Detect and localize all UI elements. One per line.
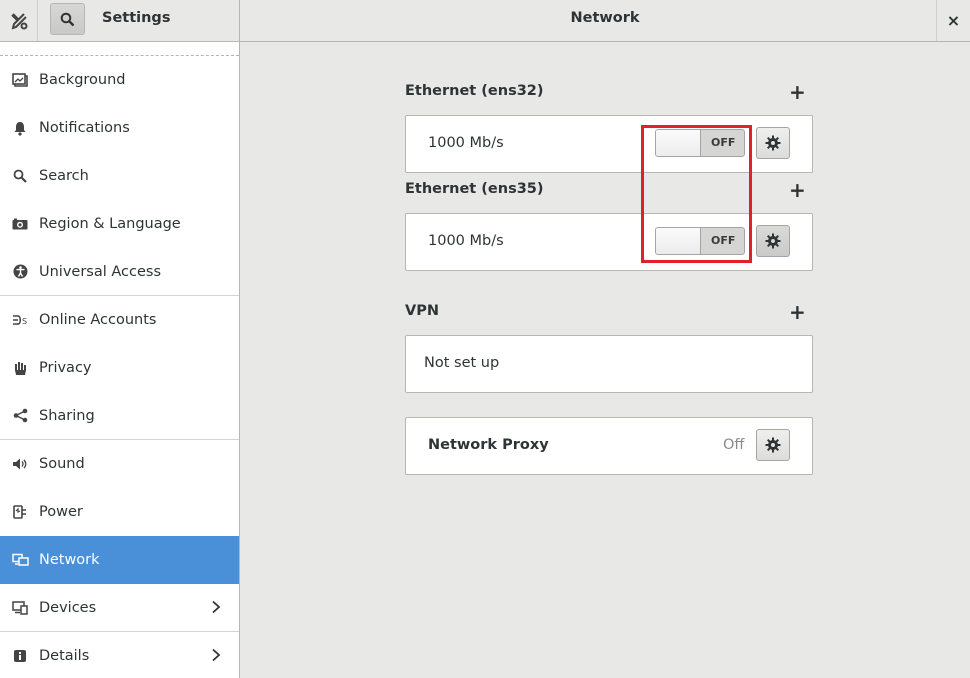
hand-icon: [11, 359, 29, 377]
network-proxy-status: Off: [723, 437, 745, 453]
add-vpn-button[interactable]: +: [789, 302, 806, 322]
sidebar-item-details[interactable]: Details: [0, 632, 239, 678]
gear-icon: [765, 135, 781, 151]
ethernet-ens32-speed: 1000 Mb/s: [428, 135, 504, 151]
devices-icon: [11, 599, 29, 617]
vpn-title: VPN: [405, 303, 439, 319]
sidebar-item-label: Notifications: [39, 120, 130, 136]
sidebar-item-label: Background: [39, 72, 126, 88]
search-icon: [11, 167, 29, 185]
close-icon: ×: [946, 11, 961, 30]
sidebar: Background Notifications Search Region &…: [0, 42, 240, 678]
sidebar-item-search[interactable]: Search: [0, 152, 239, 200]
camera-icon: [11, 215, 29, 233]
sidebar-item-privacy[interactable]: Privacy: [0, 344, 239, 392]
highlight-box: [641, 125, 752, 263]
sidebar-header: Settings: [0, 0, 240, 41]
sidebar-item-label: Sharing: [39, 407, 95, 424]
app-title: Settings: [102, 10, 171, 26]
sidebar-item-label: Devices: [39, 599, 97, 616]
svg-text:S: S: [22, 317, 27, 326]
chevron-right-icon: [211, 648, 221, 666]
sidebar-item-label: Universal Access: [39, 263, 162, 280]
sidebar-item-devices[interactable]: Devices: [0, 584, 239, 632]
page-title: Network: [570, 10, 640, 26]
vpn-panel: Not set up: [405, 335, 813, 393]
network-proxy-panel[interactable]: Network Proxy Off: [405, 417, 813, 475]
sidebar-item-label: Search: [39, 168, 89, 184]
sidebar-item-sound[interactable]: Sound: [0, 440, 239, 488]
info-icon: [11, 647, 29, 665]
online-accounts-icon: S: [11, 311, 29, 329]
sidebar-item-power[interactable]: Power: [0, 488, 239, 536]
tools-icon[interactable]: [0, 0, 38, 41]
share-icon: [11, 407, 29, 425]
gear-icon: [765, 437, 781, 453]
add-ethernet-ens32-button[interactable]: +: [789, 82, 806, 102]
network-proxy-settings-button[interactable]: [756, 429, 790, 461]
sidebar-item-label: Region & Language: [39, 216, 181, 232]
search-icon: [60, 12, 75, 26]
sidebar-item-label: Sound: [39, 456, 85, 472]
sidebar-item-online-accounts[interactable]: S Online Accounts: [0, 296, 239, 344]
sidebar-item-label: Details: [39, 648, 90, 664]
network-proxy-title: Network Proxy: [428, 437, 549, 453]
ethernet-ens32-settings-button[interactable]: [756, 127, 790, 159]
ethernet-ens32-title: Ethernet (ens32): [405, 83, 544, 99]
chevron-right-icon: [211, 600, 221, 618]
sidebar-item-label: Privacy: [39, 360, 92, 376]
sidebar-item-label: Network: [39, 552, 100, 568]
ethernet-ens35-speed: 1000 Mb/s: [428, 233, 504, 249]
sidebar-item-label: Online Accounts: [39, 312, 157, 328]
add-ethernet-ens35-button[interactable]: +: [789, 180, 806, 200]
gear-icon: [765, 233, 781, 249]
sidebar-item-background[interactable]: Background: [0, 56, 239, 104]
header-bar: Settings Network ×: [0, 0, 970, 42]
power-plug-icon: [11, 503, 29, 521]
sidebar-item-region-language[interactable]: Region & Language: [0, 200, 239, 248]
sidebar-item-sharing[interactable]: Sharing: [0, 392, 239, 440]
search-button[interactable]: [50, 3, 85, 35]
sidebar-item-notifications[interactable]: Notifications: [0, 104, 239, 152]
background-icon: [11, 71, 29, 89]
sidebar-item-network[interactable]: Network: [0, 536, 239, 584]
accessibility-icon: [11, 263, 29, 281]
vpn-status: Not set up: [424, 355, 500, 371]
sidebar-item-universal-access[interactable]: Universal Access: [0, 248, 239, 296]
sidebar-scroll-edge: [0, 42, 239, 56]
ethernet-ens35-settings-button[interactable]: [756, 225, 790, 257]
bell-icon: [11, 119, 29, 137]
close-button[interactable]: ×: [936, 0, 970, 41]
ethernet-ens35-title: Ethernet (ens35): [405, 181, 544, 197]
speaker-icon: [11, 455, 29, 473]
network-icon: [11, 551, 29, 569]
sidebar-item-label: Power: [39, 504, 83, 520]
